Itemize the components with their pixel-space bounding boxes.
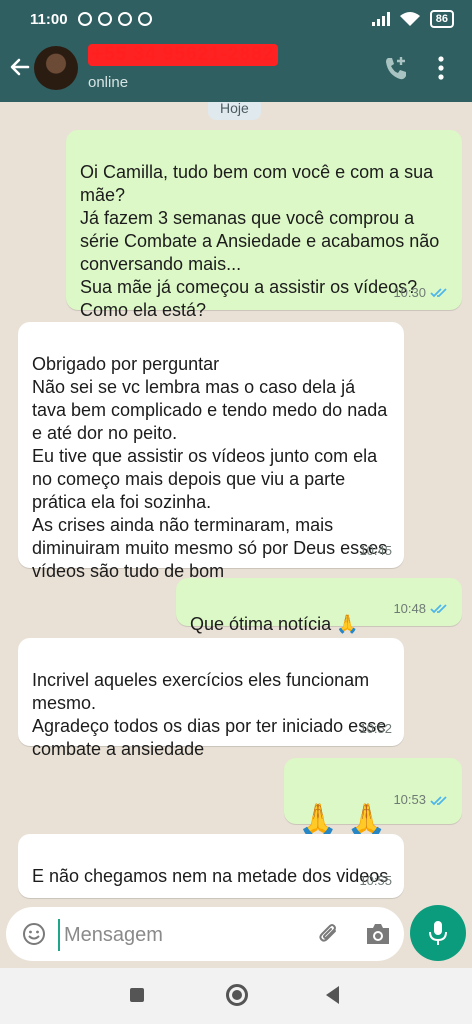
- read-ticks-icon: [430, 795, 447, 805]
- message-time: 10:55: [359, 873, 392, 888]
- message-text: Oi Camilla, tudo bem com você e com a su…: [80, 162, 440, 320]
- message-outgoing[interactable]: Oi Camilla, tudo bem com você e com a su…: [66, 130, 462, 320]
- back-arrow-icon[interactable]: [8, 52, 32, 82]
- system-nav-bar: [0, 968, 472, 1024]
- date-chip: Hoje: [208, 102, 261, 120]
- pinterest-icon: [97, 12, 112, 26]
- message-time: 10:48: [393, 601, 426, 616]
- read-ticks-icon: [430, 604, 447, 614]
- app-notification-icon: [137, 12, 152, 26]
- message-meta: 10:53: [393, 782, 450, 818]
- wifi-icon: [399, 12, 420, 26]
- battery-indicator: 86: [429, 10, 454, 28]
- message-meta: 10:52: [359, 717, 392, 740]
- home-icon[interactable]: [226, 984, 248, 1006]
- chat-area[interactable]: Hoje Oi Camilla, tudo bem com você e com…: [0, 102, 472, 910]
- message-meta: 10:30: [393, 281, 450, 304]
- message-text: 🙏 🙏: [298, 802, 387, 838]
- message-text: Que ótima notícia 🙏: [190, 614, 359, 634]
- status-time: 11:00: [30, 10, 68, 28]
- message-meta: 10:45: [359, 539, 392, 562]
- contact-status: online: [88, 74, 129, 91]
- camera-icon[interactable]: [364, 921, 392, 947]
- app-notification-icon: [117, 12, 132, 26]
- more-menu-icon[interactable]: [436, 54, 446, 82]
- status-bar: 11:00 86: [0, 0, 472, 38]
- message-time: 10:30: [393, 285, 426, 300]
- message-composer: [6, 907, 404, 961]
- message-outgoing[interactable]: 🙏 🙏 10:53: [284, 758, 462, 838]
- message-text: Incrivel aqueles exercícios eles funcion…: [32, 670, 387, 759]
- message-time: 10:53: [393, 792, 426, 807]
- message-meta: 10:55: [359, 869, 392, 892]
- message-outgoing[interactable]: Que ótima notícia 🙏 10:48: [176, 578, 462, 634]
- mic-button[interactable]: [410, 905, 466, 961]
- message-time: 10:45: [359, 543, 392, 558]
- notification-icons: [77, 12, 152, 26]
- message-text: E não chegamos nem na metade dos videos: [32, 866, 389, 886]
- back-icon[interactable]: [326, 986, 339, 1004]
- attach-icon[interactable]: [316, 921, 342, 947]
- add-call-icon[interactable]: [382, 54, 410, 82]
- read-ticks-icon: [430, 288, 447, 298]
- signal-icon: [371, 12, 390, 26]
- recent-apps-icon[interactable]: [130, 988, 144, 1002]
- message-time: 10:52: [359, 721, 392, 736]
- message-input[interactable]: [58, 919, 296, 951]
- contact-name[interactable]: +55 34 95621-2882: [88, 44, 279, 66]
- message-incoming[interactable]: Obrigado por perguntar Não sei se vc lem…: [18, 322, 404, 581]
- mic-icon: [429, 921, 447, 945]
- message-text: Obrigado por perguntar Não sei se vc lem…: [32, 354, 388, 581]
- chat-header: +55 34 95621-2882 online: [0, 38, 472, 102]
- message-incoming[interactable]: E não chegamos nem na metade dos videos …: [18, 834, 404, 898]
- avatar[interactable]: [34, 46, 78, 90]
- message-incoming[interactable]: Incrivel aqueles exercícios eles funcion…: [18, 638, 404, 759]
- alarm-icon: [77, 12, 92, 26]
- emoji-icon[interactable]: [22, 922, 46, 946]
- message-meta: 10:48: [393, 597, 450, 620]
